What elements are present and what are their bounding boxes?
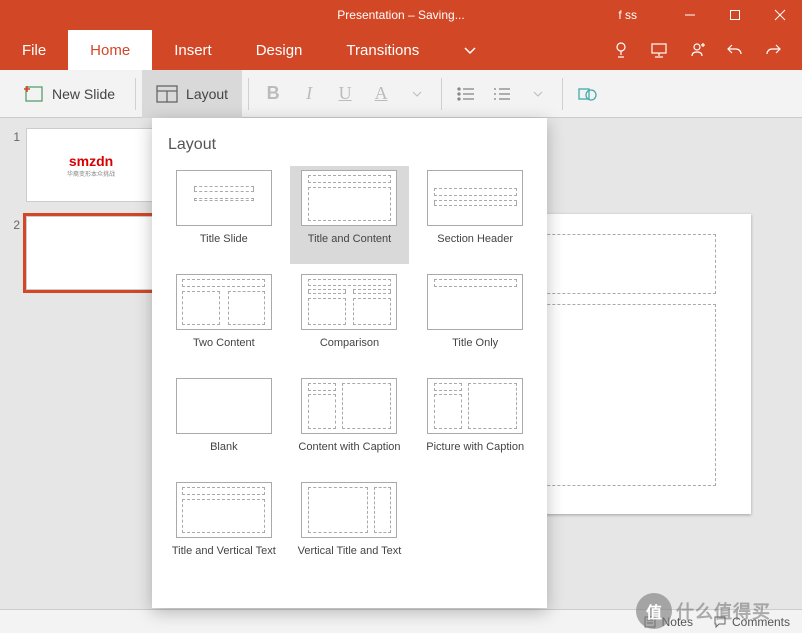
list-more-button[interactable]: [520, 89, 556, 99]
user-label[interactable]: f ss: [618, 8, 637, 22]
layout-grid: Title Slide Title and Content Section Head…: [164, 166, 535, 576]
separator: [248, 78, 249, 110]
layout-thumb-icon: [301, 378, 397, 434]
layout-thumb-icon: [427, 378, 523, 434]
shapes-button[interactable]: [569, 85, 605, 103]
layout-option-label: Vertical Title and Text: [298, 544, 402, 572]
tellme-icon[interactable]: [602, 30, 640, 70]
layout-option[interactable]: Section Header: [415, 166, 535, 264]
present-icon[interactable]: [640, 30, 678, 70]
layout-option-label: Two Content: [193, 336, 255, 364]
layout-option[interactable]: Vertical Title and Text: [290, 478, 410, 576]
layout-option[interactable]: Title Slide: [164, 166, 284, 264]
layout-thumb-icon: [301, 274, 397, 330]
undo-icon[interactable]: [716, 30, 754, 70]
window-title: Presentation – Saving...: [337, 8, 464, 22]
layout-option-label: Content with Caption: [298, 440, 400, 468]
redo-icon[interactable]: [754, 30, 792, 70]
maximize-button[interactable]: [712, 0, 757, 30]
titlebar: Presentation – Saving... f ss: [0, 0, 802, 30]
tab-more[interactable]: [441, 30, 499, 70]
ribbon-tabs: File Home Insert Design Transitions: [0, 30, 802, 70]
layout-option-label: Title Slide: [200, 232, 248, 260]
watermark: 值 什么值得买: [636, 593, 796, 629]
slide-thumbnail[interactable]: smzdn 华裔变形本众挑战: [26, 128, 156, 202]
separator: [135, 78, 136, 110]
share-icon[interactable]: [678, 30, 716, 70]
layout-option[interactable]: Content with Caption: [290, 374, 410, 472]
slide-thumbnails-panel: 1 smzdn 华裔变形本众挑战 2: [0, 118, 170, 609]
layout-option-label: Title and Vertical Text: [172, 544, 276, 572]
layout-thumb-icon: [176, 170, 272, 226]
thumb-sub: 华裔变形本众挑战: [67, 169, 115, 178]
separator: [562, 78, 563, 110]
bullets-button[interactable]: [448, 86, 484, 102]
layout-thumb-icon: [427, 274, 523, 330]
layout-thumb-icon: [301, 170, 397, 226]
layout-option-label: Picture with Caption: [426, 440, 524, 468]
font-color-button[interactable]: A: [363, 70, 399, 118]
new-slide-button[interactable]: New Slide: [8, 70, 129, 118]
bold-button[interactable]: B: [255, 70, 291, 118]
close-button[interactable]: [757, 0, 802, 30]
thumbnail-row[interactable]: 1 smzdn 华裔变形本众挑战: [8, 128, 162, 202]
watermark-icon: 值: [636, 593, 672, 629]
thumbnail-row[interactable]: 2: [8, 216, 162, 290]
underline-button[interactable]: U: [327, 70, 363, 118]
layout-option[interactable]: Blank: [164, 374, 284, 472]
watermark-text: 什么值得买: [676, 598, 771, 624]
layout-icon: [156, 85, 178, 103]
layout-thumb-icon: [301, 482, 397, 538]
layout-popup: Layout Title Slide Title and Content Secti…: [152, 118, 547, 608]
font-more-button[interactable]: [399, 70, 435, 118]
layout-thumb-icon: [176, 378, 272, 434]
italic-button[interactable]: I: [291, 70, 327, 118]
layout-option[interactable]: Title Only: [415, 270, 535, 368]
slide-number: 1: [8, 128, 20, 202]
numbering-button[interactable]: [484, 86, 520, 102]
layout-label: Layout: [186, 86, 228, 102]
layout-option-label: Title Only: [452, 336, 498, 364]
layout-option[interactable]: Title and Content: [290, 166, 410, 264]
layout-button[interactable]: Layout: [142, 70, 242, 118]
layout-option[interactable]: Title and Vertical Text: [164, 478, 284, 576]
layout-thumb-icon: [176, 482, 272, 538]
window-controls: [667, 0, 802, 30]
new-slide-icon: [22, 83, 44, 105]
layout-option[interactable]: Picture with Caption: [415, 374, 535, 472]
layout-option-label: Blank: [210, 440, 238, 468]
layout-thumb-icon: [427, 170, 523, 226]
layout-option-label: Comparison: [320, 336, 379, 364]
layout-popup-header: Layout: [164, 128, 535, 166]
ribbon: New Slide Layout B I U A: [0, 70, 802, 118]
thumb-logo: smzdn: [69, 153, 113, 169]
slide-thumbnail[interactable]: [26, 216, 156, 290]
layout-option-label: Section Header: [437, 232, 513, 260]
tab-home[interactable]: Home: [68, 30, 152, 70]
minimize-button[interactable]: [667, 0, 712, 30]
tab-file[interactable]: File: [0, 30, 68, 70]
tab-insert[interactable]: Insert: [152, 30, 234, 70]
slide-number: 2: [8, 216, 20, 290]
tab-transitions[interactable]: Transitions: [324, 30, 441, 70]
layout-option[interactable]: Two Content: [164, 270, 284, 368]
tab-design[interactable]: Design: [234, 30, 325, 70]
layout-option[interactable]: Comparison: [290, 270, 410, 368]
separator: [441, 78, 442, 110]
new-slide-label: New Slide: [52, 86, 115, 102]
layout-thumb-icon: [176, 274, 272, 330]
layout-option-label: Title and Content: [308, 232, 391, 260]
